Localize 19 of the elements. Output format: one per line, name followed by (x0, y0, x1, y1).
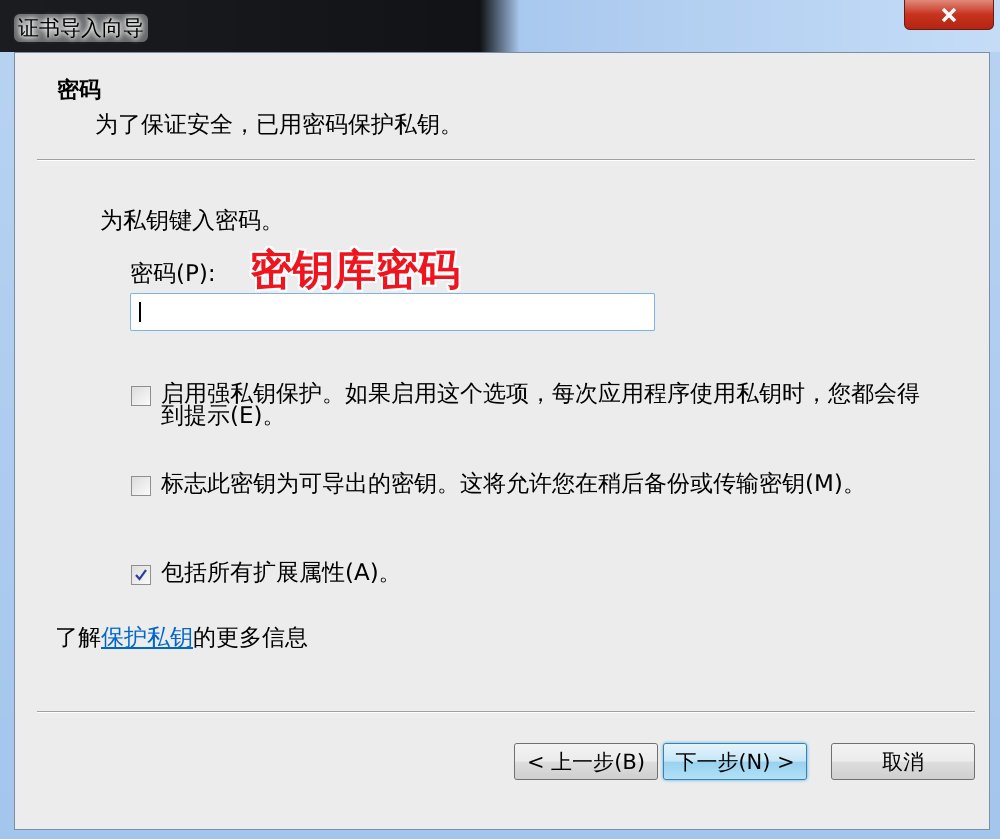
close-button[interactable] (904, 0, 994, 30)
option-label[interactable]: 启用强私钥保护。如果启用这个选项，每次应用程序使用私钥时，您都会得到提示(E)。 (161, 383, 931, 427)
checkbox[interactable] (131, 386, 151, 406)
checkbox[interactable] (131, 476, 151, 496)
password-label: 密码(P): (130, 260, 216, 289)
page-subtitle: 为了保证安全，已用密码保护私钥。 (95, 111, 463, 140)
password-field[interactable] (130, 293, 655, 331)
help-text: 了解保护私钥的更多信息 (55, 624, 308, 653)
help-link[interactable]: 保护私钥 (101, 625, 193, 651)
wizard-button[interactable]: 下一步(N) > (663, 743, 807, 780)
close-icon (941, 8, 957, 22)
page-title: 密码 (57, 76, 101, 105)
intro-text: 为私钥键入密码。 (100, 207, 284, 236)
option-label[interactable]: 包括所有扩展属性(A)。 (161, 562, 931, 584)
wizard-button[interactable]: < 上一步(B) (514, 743, 658, 780)
option-label[interactable]: 标志此密钥为可导出的密钥。这将允许您在稍后备份或传输密钥(M)。 (161, 473, 931, 495)
checkbox[interactable] (131, 565, 151, 585)
annotation-text: 密钥库密码 (250, 244, 460, 296)
wizard-button[interactable]: 取消 (831, 743, 975, 780)
